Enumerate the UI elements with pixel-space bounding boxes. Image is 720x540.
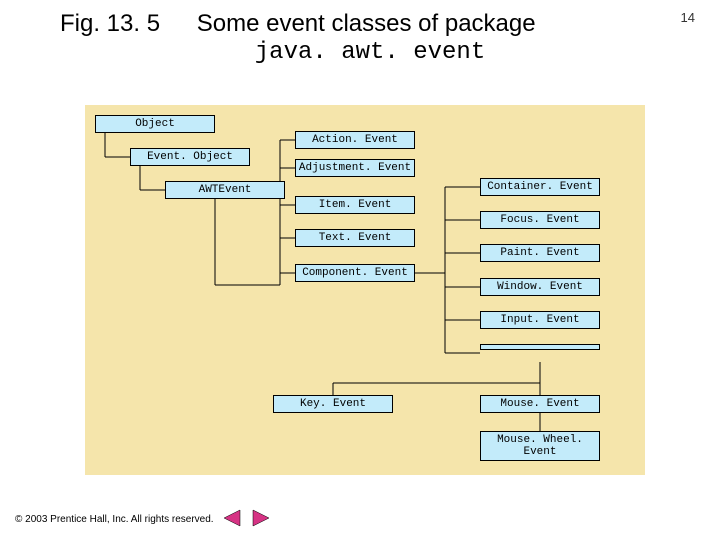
node-object: Object xyxy=(95,115,215,133)
triangle-left-icon xyxy=(222,509,242,527)
node-component-event: Component. Event xyxy=(295,264,415,282)
node-action-event: Action. Event xyxy=(295,131,415,149)
figure-label: Fig. 13. 5 xyxy=(60,10,160,39)
node-mouse-event-dup xyxy=(480,344,600,350)
copyright-text: © 2003 Prentice Hall, Inc. All rights re… xyxy=(15,514,214,525)
node-mouse-event: Mouse. Event xyxy=(480,395,600,413)
footer: © 2003 Prentice Hall, Inc. All rights re… xyxy=(15,509,271,530)
node-focus-event: Focus. Event xyxy=(480,211,600,229)
node-text-event: Text. Event xyxy=(295,229,415,247)
page-number: 14 xyxy=(681,10,695,25)
next-button[interactable] xyxy=(251,509,271,530)
node-input-event: Input. Event xyxy=(480,311,600,329)
node-key-event: Key. Event xyxy=(273,395,393,413)
node-awt-event: AWTEvent xyxy=(165,181,285,199)
node-event-object: Event. Object xyxy=(130,148,250,166)
node-item-event: Item. Event xyxy=(295,196,415,214)
class-diagram: Object Event. Object AWTEvent Action. Ev… xyxy=(85,105,645,475)
node-mouse-wheel-event: Mouse. Wheel. Event xyxy=(480,431,600,461)
node-adjustment-event: Adjustment. Event xyxy=(295,159,415,177)
figure-title: Fig. 13. 5 Some event classes of package… xyxy=(60,10,580,68)
node-container-event: Container. Event xyxy=(480,178,600,196)
triangle-right-icon xyxy=(251,509,271,527)
node-paint-event: Paint. Event xyxy=(480,244,600,262)
prev-button[interactable] xyxy=(222,509,242,530)
node-window-event: Window. Event xyxy=(480,278,600,296)
